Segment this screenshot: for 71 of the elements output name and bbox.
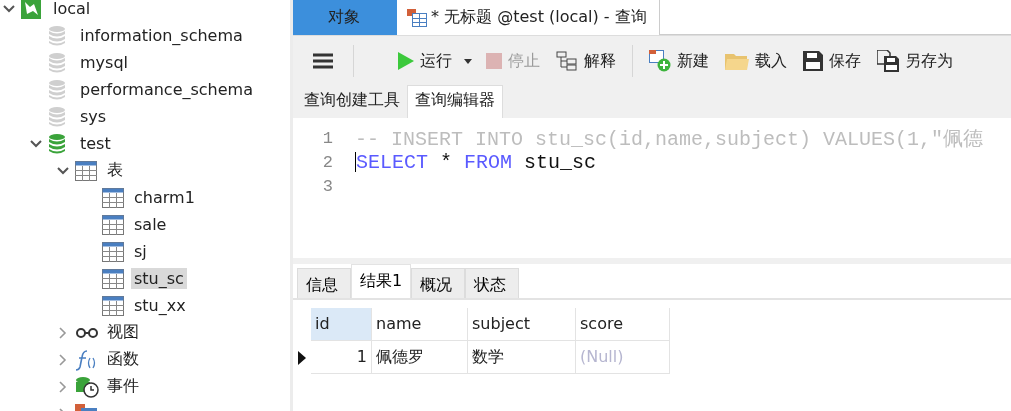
- tree-item[interactable]: sale: [131, 214, 170, 235]
- tab[interactable]: 对象: [293, 0, 397, 35]
- table-cell: (Null): [576, 341, 670, 374]
- sql-text: *: [439, 150, 454, 174]
- collapse-chevron-icon[interactable]: [57, 166, 69, 175]
- table-cell: 佩德罗: [372, 341, 468, 374]
- tree-item[interactable]: test: [77, 133, 114, 154]
- sql-comment: -- INSERT INTO stu_sc(id,name,subject) VALUES(1,"佩德: [355, 126, 984, 152]
- folder-icon: [725, 52, 749, 70]
- tree-item[interactable]: stu_sc: [131, 268, 187, 289]
- tree-item[interactable]: sj: [131, 241, 150, 262]
- line-number: 2: [321, 152, 334, 172]
- stop-icon: [486, 53, 502, 69]
- line-number: 1: [321, 128, 334, 148]
- tree-item[interactable]: sys: [77, 106, 110, 127]
- table-icon: [102, 295, 124, 316]
- tree-item[interactable]: mysql: [77, 52, 131, 73]
- code-editor[interactable]: 1 -- INSERT INTO stu_sc(id,name,subject) VALUES(1,"佩德 2 SELECT * FROM stu_sc 3: [293, 118, 1011, 258]
- dropdown-caret-icon[interactable]: [464, 58, 472, 64]
- tab[interactable]: 信息: [297, 268, 351, 298]
- save-as-icon: [877, 50, 899, 72]
- expand-chevron-icon[interactable]: [59, 326, 67, 339]
- tree-item[interactable]: 函数: [104, 348, 142, 371]
- collapse-chevron-icon[interactable]: [30, 139, 42, 148]
- table-icon: [102, 268, 124, 289]
- tree-item[interactable]: local: [50, 0, 94, 19]
- sql-keyword: SELECT: [356, 150, 428, 174]
- new-button[interactable]: 新建: [643, 46, 715, 76]
- save-icon: [803, 51, 823, 71]
- tab[interactable]: 查询编辑器: [407, 85, 503, 118]
- new-table-icon: [649, 50, 671, 72]
- event-clock-icon: [75, 375, 99, 398]
- tree-item[interactable]: charm1: [131, 187, 198, 208]
- glasses-icon: [75, 326, 99, 339]
- explain-button[interactable]: 解释: [550, 46, 622, 76]
- function-icon: [75, 348, 97, 371]
- tree-item[interactable]: 事件: [104, 375, 142, 398]
- sql-text: stu_sc: [523, 150, 597, 174]
- tab[interactable]: 结果1: [351, 264, 412, 298]
- tree-item[interactable]: 视图: [104, 321, 142, 344]
- table-icon: [102, 214, 124, 235]
- tab[interactable]: 概况: [411, 268, 466, 298]
- tab[interactable]: * 无标题 @test (local) - 查询: [397, 0, 660, 35]
- expand-chevron-icon[interactable]: [59, 353, 67, 366]
- table-icon: [102, 241, 124, 262]
- tree-item[interactable]: information_schema: [77, 25, 246, 46]
- column-header[interactable]: score: [576, 308, 670, 341]
- expand-chevron-icon[interactable]: [59, 380, 67, 393]
- explain-icon: [556, 51, 578, 71]
- tree-item[interactable]: performance_schema: [77, 79, 256, 100]
- table-cell: 数学: [468, 341, 576, 374]
- table-cell: 1: [311, 341, 372, 374]
- load-button[interactable]: 载入: [719, 46, 793, 76]
- table-icon: [75, 160, 97, 181]
- save-button[interactable]: 保存: [797, 46, 867, 76]
- table-icon: [102, 187, 124, 208]
- column-header[interactable]: id: [311, 308, 372, 341]
- column-header[interactable]: name: [372, 308, 468, 341]
- collapse-chevron-icon[interactable]: [3, 4, 15, 13]
- menu-icon: [313, 53, 333, 69]
- saveas-button[interactable]: 另存为: [871, 46, 959, 76]
- sql-keyword: FROM: [464, 150, 513, 174]
- run-button[interactable]: 运行: [392, 46, 458, 76]
- query-icon: [407, 8, 427, 27]
- tab[interactable]: 查询创建工具: [297, 86, 407, 118]
- line-number: 3: [321, 176, 334, 196]
- tree-item[interactable]: stu_xx: [131, 295, 189, 316]
- column-header[interactable]: subject: [468, 308, 576, 341]
- tree-item[interactable]: 表: [104, 159, 126, 182]
- tab[interactable]: 状态: [465, 268, 520, 298]
- play-icon: [398, 52, 414, 70]
